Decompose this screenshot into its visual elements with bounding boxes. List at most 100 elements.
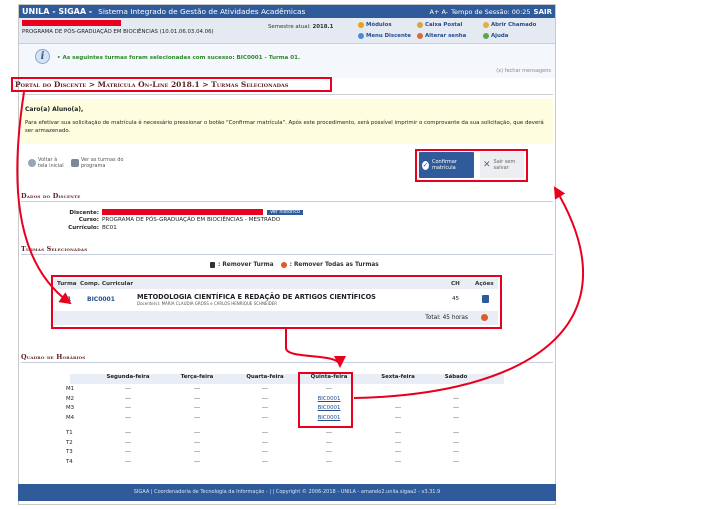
user-strip: PROGRAMA DE PÓS-GRADUAÇÃO EM BIOCIÊNCIAS… <box>19 18 555 44</box>
selected-classes-title: Turmas Selecionadas <box>21 245 553 255</box>
schedule-cell: --- <box>194 395 200 402</box>
success-message: i • As seguintes turmas foram selecionad… <box>19 44 555 78</box>
teachers: Docente(s): MARIA CLAUDIA GROSS e CARLOS… <box>137 301 278 306</box>
schedule-row: M1 --- --- --- --- <box>66 386 504 396</box>
help-link[interactable]: Ajuda <box>481 31 510 40</box>
course-name: METODOLOGIA CIENTÍFICA E REDAÇÃO DE ARTI… <box>137 293 376 301</box>
schedule-cell: --- <box>262 405 268 411</box>
thursday-highlight <box>298 372 353 428</box>
notice-body: Para efetivar sua solicitação de matrícu… <box>25 120 544 134</box>
redacted-student-name <box>102 209 263 215</box>
schedule-row: T3 --- --- --- --- --- --- <box>66 449 504 459</box>
schedule-cell: --- <box>395 439 401 446</box>
schedule-cell: --- <box>194 405 200 411</box>
view-history-button[interactable]: Ver histórico <box>267 209 303 215</box>
font-size-controls[interactable]: A+ A- <box>430 8 449 16</box>
key-icon <box>417 32 423 39</box>
schedule-cell: --- <box>125 386 131 392</box>
schedule-row: T1 --- --- --- --- --- --- <box>66 430 504 440</box>
top-bar: UNILA - SIGAA - Sistema Integrado de Ges… <box>19 5 555 18</box>
back-icon <box>28 159 36 167</box>
confirm-enrollment-button[interactable]: ✓ Confirmar matrícula <box>419 152 474 178</box>
schedule-cell: --- <box>125 439 131 446</box>
classes-table-header: Turma Comp. Curricular CH Ações <box>54 279 498 289</box>
schedule-cell: --- <box>125 430 131 436</box>
schedule-cell: --- <box>326 458 332 465</box>
table-row: 01 BIC0001 METODOLOGIA CIENTÍFICA E REDA… <box>54 292 498 308</box>
exit-link[interactable]: SAIR <box>534 8 552 16</box>
class-number: 01 <box>63 296 72 303</box>
schedule-cell: --- <box>194 430 200 436</box>
program-label: PROGRAMA DE PÓS-GRADUAÇÃO EM BIOCIÊNCIAS… <box>22 29 214 35</box>
time-slot-label: M3 <box>66 405 75 411</box>
open-ticket-link[interactable]: Abrir Chamado <box>481 20 538 29</box>
time-slot-label: T4 <box>66 458 73 465</box>
schedule-cell: --- <box>453 458 459 465</box>
schedule-cell: --- <box>125 458 131 465</box>
info-icon: i <box>35 49 50 64</box>
schedule-cell: --- <box>453 439 459 446</box>
time-slot-label: T3 <box>66 449 73 455</box>
divider <box>21 94 553 95</box>
schedule-cell: --- <box>262 458 268 465</box>
schedule-cell: --- <box>125 395 131 402</box>
remove-all-button-icon[interactable] <box>481 314 488 321</box>
notice-greeting: Caro(a) Aluno(a), <box>25 106 84 113</box>
modules-link[interactable]: Módulos <box>356 20 394 29</box>
back-home-button[interactable]: Voltar à tela inicial <box>28 157 66 169</box>
schedule-title: Quadro de Horários <box>21 353 553 363</box>
session-timer: Tempo de Sessão: 00:25 <box>451 7 531 16</box>
student-menu-link[interactable]: Menu Discente <box>356 31 413 40</box>
schedule-cell: --- <box>262 449 268 455</box>
brand: UNILA - SIGAA - <box>22 7 93 16</box>
schedule-cell: --- <box>326 430 332 436</box>
legend: : Remover Turma : Remover Todas as Turma… <box>210 262 379 268</box>
schedule-cell: --- <box>395 414 401 421</box>
success-text: • As seguintes turmas foram selecionadas… <box>57 55 301 61</box>
schedule-row: T2 --- --- --- --- --- --- <box>66 439 504 450</box>
schedule-row: M2 --- --- --- BIC0001 --- <box>66 395 504 406</box>
view-program-classes-button[interactable]: Ver as turmas do programa <box>71 157 127 169</box>
remove-class-icon[interactable] <box>482 295 489 303</box>
schedule-cell: --- <box>395 405 401 411</box>
course-row: Curso: PROGRAMA DE PÓS-GRADUAÇÃO EM BIOCI… <box>78 217 281 223</box>
close-messages-link[interactable]: (x) fechar mensagens <box>496 68 551 74</box>
schedule-cell: --- <box>453 395 459 402</box>
schedule-cell: --- <box>395 449 401 455</box>
time-slot-label: T2 <box>66 439 73 446</box>
schedule-cell: --- <box>453 405 459 411</box>
schedule-cell: --- <box>262 414 268 421</box>
exit-without-saving-button[interactable]: ✕ Sair sem salvar <box>480 152 524 178</box>
curriculum-row: Currículo: BC01 <box>68 225 117 231</box>
modules-icon <box>358 21 364 28</box>
schedule-cell: --- <box>395 430 401 436</box>
schedule-cell: --- <box>194 449 200 455</box>
schedule-cell: --- <box>453 449 459 455</box>
schedule-cell: --- <box>395 458 401 465</box>
redacted-user-name <box>22 20 121 26</box>
schedule-cell: --- <box>125 449 131 455</box>
schedule-cell: --- <box>262 395 268 402</box>
schedule-cell: --- <box>194 386 200 392</box>
schedule-row: M4 --- --- --- BIC0001 --- --- <box>66 414 504 425</box>
schedule-row: M3 --- --- --- BIC0001 --- --- <box>66 405 504 415</box>
system-name: Sistema Integrado de Gestão de Atividade… <box>98 7 306 16</box>
people-icon <box>71 159 79 167</box>
workload: 45 <box>452 296 460 302</box>
remove-all-icon <box>280 262 287 268</box>
schedule-cell: --- <box>125 405 131 411</box>
time-slot-label: M1 <box>66 386 75 392</box>
breadcrumb: Portal do Discente > Matrícula On-Line 2… <box>11 77 332 92</box>
check-icon: ✓ <box>422 160 429 170</box>
course-code: BIC0001 <box>87 296 115 303</box>
time-slot-label: T1 <box>66 430 73 436</box>
change-password-link[interactable]: Alterar senha <box>415 31 468 40</box>
schedule-cell: --- <box>194 458 200 465</box>
mailbox-link[interactable]: Caixa Postal <box>415 20 464 29</box>
schedule-row: T4 --- --- --- --- --- --- <box>66 458 504 469</box>
time-slot-label: M2 <box>66 395 75 402</box>
time-slot-label: M4 <box>66 414 75 421</box>
mailbox-icon <box>417 21 423 28</box>
close-icon: ✕ <box>483 160 491 170</box>
total-row: Total: 45 horas <box>54 311 498 325</box>
